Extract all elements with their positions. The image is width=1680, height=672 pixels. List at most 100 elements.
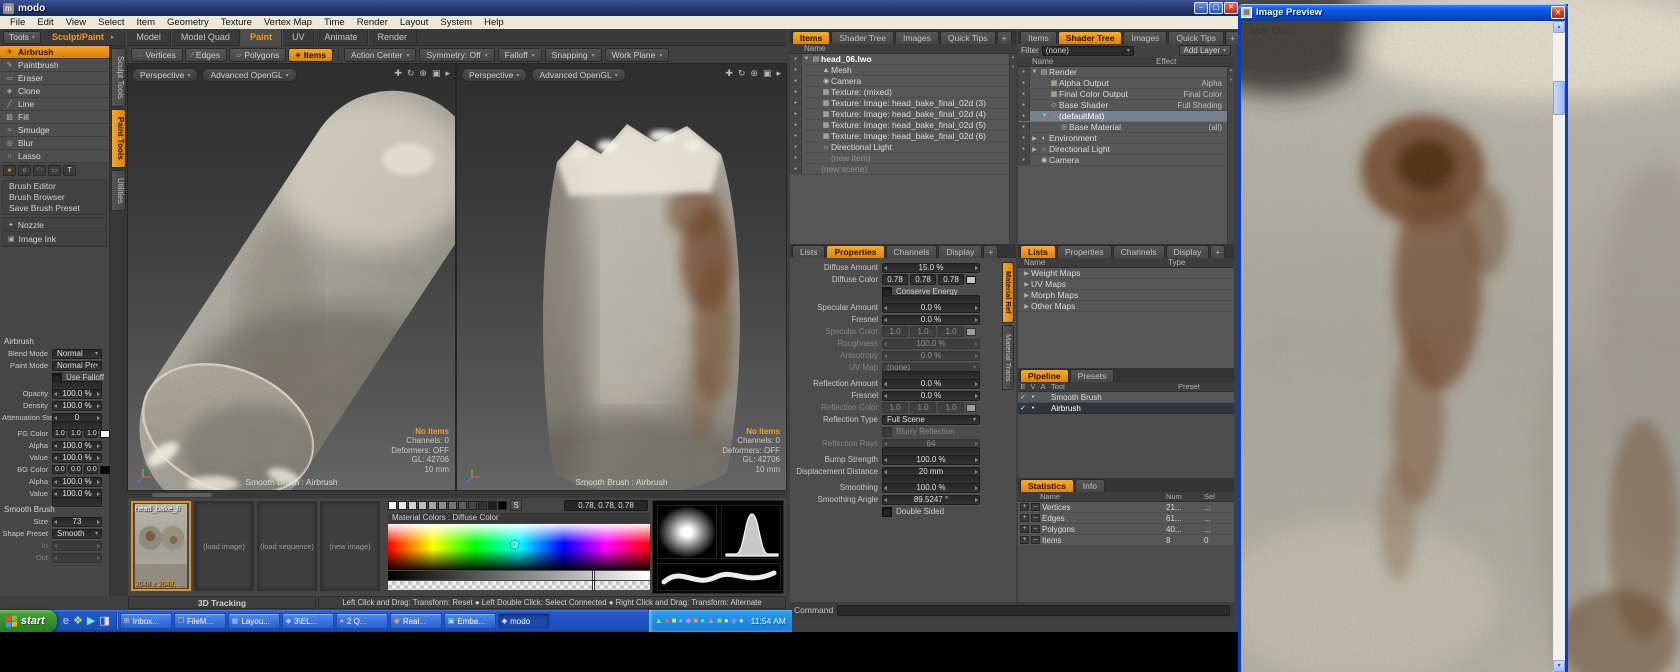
- property-row[interactable]: Fresnel 0.0 %: [790, 314, 990, 325]
- property-field[interactable]: 100.0 %: [52, 477, 102, 487]
- enable-check[interactable]: ✓: [1018, 393, 1028, 401]
- toolbar-dropdown[interactable]: Falloff: [498, 48, 542, 62]
- shader-tree-row[interactable]: ▦ Alpha Output Alpha: [1018, 78, 1234, 89]
- task-button[interactable]: ◆ 3\EL...: [282, 613, 334, 629]
- menu-item[interactable]: Geometry: [161, 17, 215, 28]
- view-type-dropdown[interactable]: Perspective: [132, 68, 198, 82]
- layout-tab[interactable]: Paint: [240, 29, 282, 46]
- collapse-minus-button[interactable]: –: [1031, 514, 1040, 522]
- property-row[interactable]: Double Sided: [790, 506, 990, 517]
- slider-marker[interactable]: [592, 580, 595, 591]
- scrollbar[interactable]: ▲▼: [1009, 54, 1016, 244]
- property-row[interactable]: Size 73: [0, 516, 108, 527]
- preset-swatch[interactable]: [478, 501, 487, 510]
- add-layer-button[interactable]: Add Layer: [1179, 45, 1231, 56]
- expander-icon[interactable]: ▶: [1022, 281, 1031, 288]
- property-field[interactable]: 0.0 %: [882, 303, 980, 313]
- tray-icon[interactable]: ◆: [731, 617, 737, 625]
- panel-tab[interactable]: Quick Tips: [1168, 31, 1224, 44]
- toolbar-dropdown[interactable]: Work Plane: [605, 48, 670, 62]
- image-preview-window[interactable]: ▦ Image Preview ✕ Type: Clos... ▲ ▼: [1238, 4, 1568, 672]
- quick-launch-icon[interactable]: ▶: [87, 616, 95, 627]
- panel-tab[interactable]: Statistics: [1020, 479, 1074, 492]
- visibility-eye-icon[interactable]: [1018, 122, 1030, 132]
- quick-launch-icon[interactable]: ◨: [99, 616, 109, 627]
- property-field[interactable]: Full Scene: [882, 415, 980, 425]
- paint-tool-item[interactable]: ∩ Lasso: [0, 150, 109, 163]
- property-field[interactable]: 0.0 %: [882, 315, 980, 325]
- brush-mode-icon[interactable]: ●: [3, 165, 16, 176]
- menu-item[interactable]: File: [4, 17, 31, 28]
- expander-icon[interactable]: ▶: [1030, 135, 1039, 142]
- menu-item[interactable]: Vertex Map: [258, 17, 318, 28]
- visibility-eye-icon[interactable]: [1018, 89, 1030, 99]
- preview-type-label[interactable]: Type: Clos...: [1249, 25, 1296, 35]
- picker-cursor[interactable]: [511, 541, 518, 548]
- menu-item[interactable]: Time: [318, 17, 351, 28]
- property-field[interactable]: 1.0 1.0 1.0: [882, 403, 976, 413]
- expander-icon[interactable]: ▶: [1022, 270, 1031, 277]
- pipeline-row[interactable]: ✓ • Airbrush: [1018, 403, 1234, 414]
- quick-launch-icon[interactable]: e: [63, 616, 69, 627]
- material-side-tab[interactable]: Material Ref: [1002, 262, 1014, 323]
- expander-icon[interactable]: ▶: [1030, 146, 1039, 153]
- property-field[interactable]: Double Sided: [882, 507, 944, 517]
- panel-tab[interactable]: Pipeline: [1020, 369, 1069, 382]
- expander-icon[interactable]: ▼: [802, 56, 811, 62]
- property-row[interactable]: Diffuse Color 0.78 0.78 0.78: [790, 274, 990, 285]
- panel-tab[interactable]: Lists: [792, 245, 825, 258]
- property-field[interactable]: 0.0 %: [882, 351, 980, 361]
- property-field[interactable]: 1.0 1.0 1.0: [882, 327, 976, 337]
- brush-mode-icon[interactable]: ▭: [48, 165, 61, 176]
- tray-icon[interactable]: ■: [717, 617, 722, 625]
- quick-launch-icon[interactable]: ❖: [73, 616, 83, 627]
- palette-tab-sculpt-paint[interactable]: Sculpt/Paint: [47, 31, 109, 43]
- statistics-row[interactable]: + – Edges 61... ...: [1018, 513, 1234, 524]
- preset-swatch[interactable]: [428, 501, 437, 510]
- expand-plus-button[interactable]: +: [1020, 525, 1029, 533]
- property-field[interactable]: 73: [52, 517, 102, 527]
- selection-mode-button[interactable]: ◈ Items: [288, 48, 333, 62]
- map-list-row[interactable]: ▶ Morph Maps: [1018, 290, 1234, 301]
- viewport-left[interactable]: Perspective Advanced OpenGL ✚↻⊕▣▸ No Ite…: [128, 64, 455, 490]
- property-field[interactable]: 100.0 %: [52, 401, 102, 411]
- property-row[interactable]: Alpha 100.0 %: [0, 476, 108, 487]
- selection-mode-button[interactable]: ∕ Edges: [185, 48, 227, 62]
- alpha-slider[interactable]: [388, 581, 650, 590]
- panel-tab[interactable]: Images: [895, 31, 939, 44]
- maximize-button[interactable]: ▢: [1209, 2, 1223, 14]
- property-row[interactable]: Smoothing Angle 89.5247 °: [790, 494, 990, 505]
- panel-tab[interactable]: Items: [1020, 31, 1057, 44]
- property-field[interactable]: 89.5247 °: [882, 495, 980, 505]
- panel-tab[interactable]: Images: [1123, 31, 1167, 44]
- item-tree-row[interactable]: ☼ Directional Light: [790, 142, 1016, 153]
- viewport-nav-icon[interactable]: ▣: [432, 68, 441, 79]
- palette-vertical-tab[interactable]: Utilities: [111, 170, 126, 212]
- preset-swatch[interactable]: [488, 501, 497, 510]
- task-button[interactable]: ✉ Inbox...: [120, 613, 172, 629]
- map-list-row[interactable]: ▶ Weight Maps: [1018, 268, 1234, 279]
- visibility-eye-icon[interactable]: [790, 76, 802, 86]
- preset-swatch[interactable]: [498, 501, 507, 510]
- renderer-dropdown[interactable]: Advanced OpenGL: [531, 68, 625, 82]
- tray-icon[interactable]: ●: [678, 617, 683, 625]
- toolbar-dropdown[interactable]: Symmetry: Off: [419, 48, 494, 62]
- property-row[interactable]: Alpha 100.0 %: [0, 440, 108, 451]
- panel-tab[interactable]: Info: [1075, 479, 1105, 492]
- tray-icon[interactable]: ▲: [655, 617, 663, 625]
- shader-tree-row[interactable]: ▼ ● (defaultMat): [1018, 111, 1234, 122]
- property-row[interactable]: Roughness 100.0 %: [790, 338, 990, 349]
- property-field[interactable]: Smooth Brush: [2, 505, 57, 515]
- panel-tab[interactable]: Lists: [1020, 245, 1056, 258]
- property-row[interactable]: Reflection Type Full Scene: [790, 414, 990, 425]
- viewport-scrollbar[interactable]: [128, 490, 786, 498]
- extra-tool-button[interactable]: ✦ Nozzle: [3, 218, 106, 232]
- viewport-nav-icon[interactable]: ▸: [776, 68, 781, 79]
- property-row[interactable]: Shape Preset Smooth: [0, 528, 108, 539]
- expander-icon[interactable]: ▶: [1022, 292, 1031, 299]
- clip-active[interactable]: head_bake_fi 2048 x 2048, ...: [131, 501, 191, 591]
- expander-icon[interactable]: ▼: [1030, 69, 1039, 75]
- visibility-eye-icon[interactable]: [790, 142, 802, 152]
- shader-tree-row[interactable]: ▶ ◐ Environment: [1018, 133, 1234, 144]
- menu-item[interactable]: Render: [351, 17, 394, 28]
